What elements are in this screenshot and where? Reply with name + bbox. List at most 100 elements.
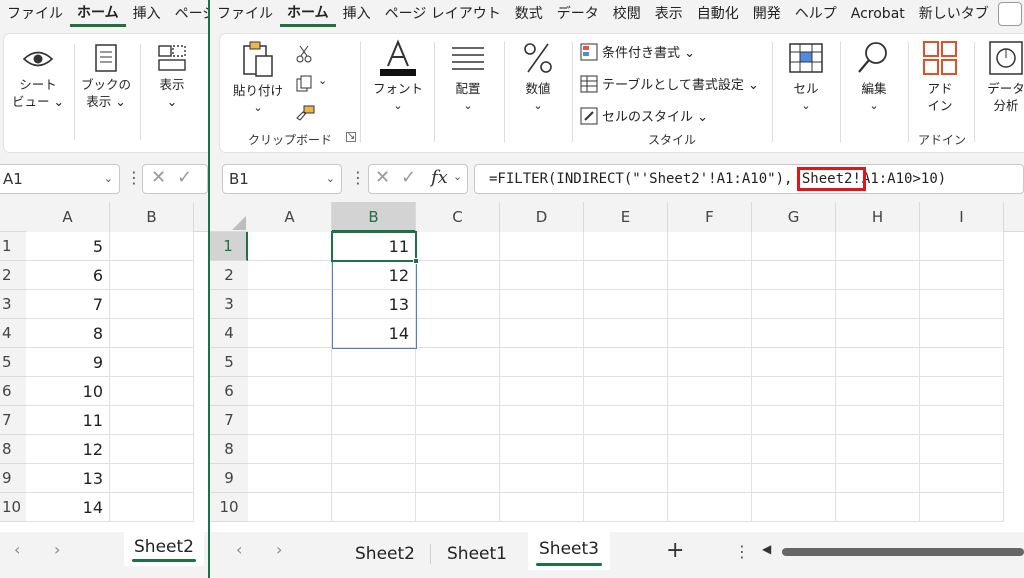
left-cell-b[interactable] [110, 290, 194, 319]
left-cell-b[interactable] [110, 435, 194, 464]
grid-cell[interactable] [836, 377, 920, 406]
grid-cell[interactable] [752, 435, 836, 464]
dialog-launcher-icon[interactable]: ↘ [346, 132, 356, 142]
grid-cell[interactable] [416, 377, 500, 406]
chevron-down-icon[interactable]: ⌄ [776, 97, 836, 114]
workbook-view-button[interactable]: ブックの 表示 ⌄ [78, 42, 134, 110]
right-col-header[interactable]: E [584, 202, 668, 232]
grid-cell[interactable] [920, 290, 1004, 319]
data-analysis-button[interactable]: データ 分析 [976, 38, 1024, 114]
grid-cell[interactable] [584, 319, 668, 348]
right-menu-item[interactable]: 挿入 [336, 0, 378, 28]
grid-cell[interactable] [836, 290, 920, 319]
right-row-header[interactable]: 7 [210, 406, 248, 435]
right-name-box[interactable]: B1 ⌄ [222, 164, 342, 194]
left-cell-a[interactable]: 14 [26, 493, 110, 522]
grid-cell[interactable] [920, 261, 1004, 290]
sheet-tab-sheet2[interactable]: Sheet2 [348, 534, 422, 568]
left-menu-file[interactable]: ファイル [0, 0, 70, 28]
left-row-header[interactable]: 2 [0, 261, 26, 290]
select-all-icon[interactable] [232, 216, 246, 230]
cut-icon[interactable] [294, 44, 314, 64]
grid-cell[interactable] [584, 261, 668, 290]
sheet-view-button[interactable]: シート ビュー ⌄ [10, 44, 66, 110]
grid-cell[interactable] [752, 464, 836, 493]
left-menu-page[interactable]: ページ [168, 0, 208, 28]
right-col-header[interactable]: C [416, 202, 500, 232]
left-cell-b[interactable] [110, 261, 194, 290]
right-col-header[interactable]: F [668, 202, 752, 232]
scroll-right-icon[interactable]: › [54, 540, 60, 559]
grid-cell[interactable] [416, 348, 500, 377]
grid-cell[interactable] [752, 493, 836, 522]
cancel-icon[interactable]: ✕ [375, 167, 390, 188]
grid-cell[interactable] [500, 435, 584, 464]
sheet-tab-sheet3[interactable]: Sheet3 [528, 532, 610, 570]
left-row-header[interactable]: 9 [0, 464, 26, 493]
cell-b-value[interactable]: 13 [332, 290, 416, 319]
right-row-header[interactable]: 10 [210, 493, 248, 522]
right-row-header[interactable]: 6 [210, 377, 248, 406]
right-menu-item[interactable]: 数式 [508, 0, 550, 28]
right-col-header[interactable]: G [752, 202, 836, 232]
more-options-icon[interactable]: ⋮ [126, 168, 142, 187]
grid-cell[interactable] [752, 348, 836, 377]
grid-cell[interactable] [836, 406, 920, 435]
grid-cell[interactable] [836, 493, 920, 522]
cancel-icon[interactable]: ✕ [151, 167, 166, 188]
grid-cell[interactable] [668, 406, 752, 435]
left-cell-a[interactable]: 6 [26, 261, 110, 290]
grid-cell[interactable] [668, 348, 752, 377]
grid-cell[interactable] [500, 406, 584, 435]
right-menu-item[interactable]: 新しいタブ [912, 0, 996, 28]
right-col-header[interactable]: D [500, 202, 584, 232]
scroll-right-icon[interactable]: › [276, 540, 282, 559]
left-formula-input[interactable]: ✕ ✓ [142, 164, 208, 194]
left-cell-a[interactable]: 10 [26, 377, 110, 406]
grid-cell[interactable] [248, 319, 332, 348]
grid-cell[interactable] [668, 319, 752, 348]
grid-cell[interactable] [836, 348, 920, 377]
cells-button[interactable]: セル ⌄ [776, 38, 836, 114]
font-button[interactable]: フォント ⌄ [368, 38, 428, 114]
show-button[interactable]: 表示 ⌄ [144, 42, 200, 110]
grid-cell[interactable] [416, 464, 500, 493]
grid-cell[interactable] [584, 232, 668, 261]
left-cell-b[interactable] [110, 319, 194, 348]
chevron-down-icon[interactable]: ⌄ [326, 165, 335, 193]
grid-cell[interactable] [752, 319, 836, 348]
grid-cell[interactable] [416, 232, 500, 261]
chevron-down-icon[interactable]: ⌄ [368, 97, 428, 114]
grid-cell[interactable] [248, 435, 332, 464]
grid-cell[interactable] [920, 348, 1004, 377]
right-menu-item[interactable]: 表示 [648, 0, 690, 28]
grid-cell[interactable] [416, 290, 500, 319]
sheet-tab-sheet1[interactable]: Sheet1 [442, 534, 512, 568]
grid-cell[interactable] [500, 290, 584, 319]
grid-cell[interactable] [920, 232, 1004, 261]
left-cell-a[interactable]: 12 [26, 435, 110, 464]
right-row-header[interactable]: 1 [210, 232, 248, 261]
left-sheet-tab-sheet2[interactable]: Sheet2 [124, 532, 204, 566]
cell-b-value[interactable]: 12 [332, 261, 416, 290]
copy-icon[interactable] [294, 74, 314, 94]
chevron-down-icon[interactable]: ⌄ [318, 74, 327, 87]
right-menu-item[interactable]: データ [550, 0, 606, 28]
grid-cell[interactable] [500, 493, 584, 522]
grid-cell[interactable] [920, 464, 1004, 493]
left-cell-a[interactable]: 11 [26, 406, 110, 435]
grid-cell[interactable] [920, 493, 1004, 522]
scroll-left-icon[interactable]: ‹ [14, 540, 20, 559]
left-row-header[interactable]: 3 [0, 290, 26, 319]
grid-cell[interactable] [500, 348, 584, 377]
grid-cell[interactable] [332, 348, 416, 377]
grid-cell[interactable] [248, 348, 332, 377]
grid-cell[interactable] [248, 232, 332, 261]
more-sheets-icon[interactable]: ⋮ [734, 542, 750, 561]
left-cell-b[interactable] [110, 493, 194, 522]
format-as-table-button[interactable]: テーブルとして書式設定 ⌄ [580, 74, 759, 93]
grid-cell[interactable] [668, 377, 752, 406]
grid-cell[interactable] [332, 464, 416, 493]
grid-cell[interactable] [500, 319, 584, 348]
grid-cell[interactable] [920, 435, 1004, 464]
